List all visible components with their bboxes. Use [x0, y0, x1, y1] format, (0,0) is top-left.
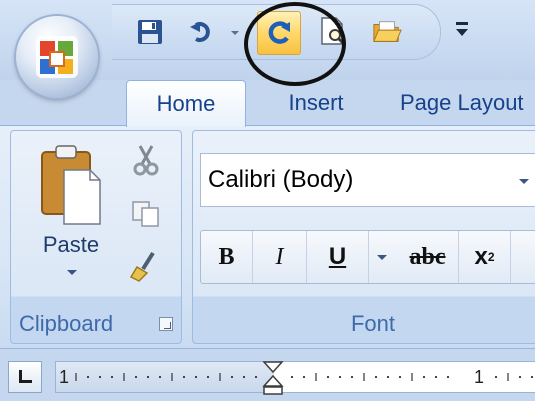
ruler-tick	[146, 375, 150, 379]
cut-button[interactable]	[126, 140, 166, 180]
ruler-tick	[134, 375, 138, 379]
office-button[interactable]	[16, 16, 98, 98]
font-name-value: Calibri (Body)	[208, 166, 354, 193]
format-painter-button[interactable]	[126, 246, 166, 286]
scissors-icon	[133, 145, 159, 176]
font-label-text: Font	[350, 311, 396, 336]
office-logo-icon	[36, 36, 78, 78]
ruler-tick	[530, 375, 534, 379]
paste-button[interactable]: Paste	[24, 144, 118, 284]
customize-dropdown-icon	[456, 22, 468, 36]
bold-label: B	[218, 243, 235, 270]
ruler-tick	[110, 375, 114, 379]
indent-marker-icon[interactable]	[262, 360, 284, 396]
font-format-toolbar: B I U abc x2	[200, 230, 535, 284]
strikethrough-label: abc	[409, 243, 446, 270]
ruler-tick	[290, 375, 294, 379]
open-button[interactable]	[372, 17, 402, 47]
copy-icon	[132, 201, 159, 227]
print-preview-button[interactable]	[318, 17, 348, 47]
ruler-number-left: 1	[59, 367, 70, 387]
ruler-tick	[98, 375, 102, 379]
tab-selector-button[interactable]	[8, 361, 42, 393]
tab-insert[interactable]: Insert	[266, 80, 366, 126]
redo-arrow-icon	[268, 21, 290, 44]
horizontal-ruler[interactable]: 1 1	[55, 360, 535, 396]
ruler-tick	[86, 375, 90, 379]
ruler-tick	[518, 375, 522, 379]
redo-button[interactable]	[257, 11, 301, 55]
ruler-tick	[254, 375, 258, 379]
clipboard-dialog-launcher-icon[interactable]	[159, 317, 173, 331]
paste-dropdown-arrow[interactable]	[67, 270, 77, 275]
copy-button[interactable]	[126, 194, 166, 234]
quick-access-toolbar	[112, 4, 441, 60]
ruler-tick	[326, 375, 330, 379]
ruler-tick	[230, 375, 234, 379]
subscript-index: 2	[487, 250, 495, 264]
ruler-tick	[398, 375, 402, 379]
strikethrough-button[interactable]: abc	[397, 231, 459, 283]
paste-label: Paste	[42, 232, 100, 257]
bold-button[interactable]: B	[201, 231, 253, 283]
font-name-dropdown-arrow-icon[interactable]	[519, 179, 529, 184]
undo-arrow-icon	[190, 22, 210, 42]
subscript-button[interactable]: x2	[459, 231, 511, 283]
ruler-number-right: 1	[474, 367, 485, 387]
tab-home-label: Home	[156, 91, 216, 116]
undo-button[interactable]	[187, 17, 217, 47]
ruler-tick	[434, 375, 438, 379]
italic-button[interactable]: I	[253, 231, 307, 283]
ruler-tick	[182, 375, 186, 379]
ruler-tick	[386, 375, 390, 379]
ruler-tick	[158, 375, 162, 379]
italic-label: I	[275, 243, 284, 270]
ruler-tick	[302, 375, 306, 379]
floppy-disk-icon	[138, 20, 162, 44]
underline-dropdown-arrow-icon[interactable]	[377, 255, 387, 260]
ruler-tick	[338, 375, 342, 379]
ruler-tick	[494, 375, 498, 379]
underline-label: U	[328, 243, 347, 270]
subscript-label: x	[474, 243, 488, 270]
tab-page-layout-label: Page Layout	[400, 90, 524, 115]
ruler-tick	[242, 375, 246, 379]
folder-open-icon	[373, 21, 402, 42]
clipboard-paste-icon	[41, 145, 101, 225]
ruler-tick	[206, 375, 210, 379]
tab-home[interactable]: Home	[126, 80, 246, 127]
tab-insert-label: Insert	[288, 90, 344, 115]
format-painter-icon	[129, 251, 155, 282]
ruler-tick	[194, 375, 198, 379]
font-group-label: Font	[193, 309, 535, 339]
ruler-ticks	[75, 373, 534, 381]
tab-page-layout[interactable]: Page Layout	[400, 80, 535, 126]
document-magnifier-icon	[321, 17, 347, 47]
ruler-tick	[350, 375, 354, 379]
font-name-combobox[interactable]: Calibri (Body)	[200, 153, 535, 207]
save-button[interactable]	[135, 17, 165, 47]
ruler-tick	[374, 375, 378, 379]
ruler-tick	[422, 375, 426, 379]
ruler-tick	[446, 375, 450, 379]
clipboard-label-text: Clipboard	[19, 311, 114, 336]
clipboard-group-label: Clipboard	[11, 309, 181, 339]
customize-qat-button[interactable]	[452, 18, 472, 40]
undo-dropdown-arrow[interactable]	[231, 31, 239, 35]
underline-button[interactable]: U	[307, 231, 369, 283]
